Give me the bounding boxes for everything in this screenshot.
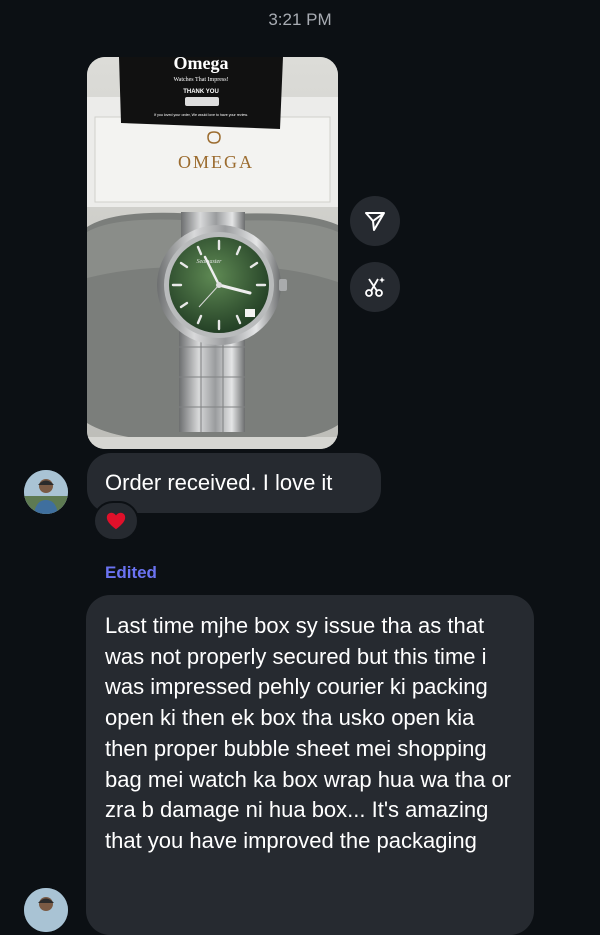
message-bubble[interactable]: Order received. I love it <box>87 453 381 513</box>
remix-button[interactable] <box>350 262 400 312</box>
svg-text:Watches That Impress!: Watches That Impress! <box>173 77 228 83</box>
svg-text:Omega: Omega <box>174 57 229 73</box>
message-timestamp: 3:21 PM <box>268 10 332 29</box>
message-bubble[interactable]: Last time mjhe box sy issue tha as that … <box>86 595 534 935</box>
edited-label: Edited <box>105 563 157 582</box>
svg-text:THANK YOU: THANK YOU <box>183 89 219 95</box>
thank-you-card: Omega Watches That Impress! THANK YOU If… <box>119 57 283 129</box>
svg-text:OMEGA: OMEGA <box>178 152 254 172</box>
svg-text:If you loved your order, We wo: If you loved your order, We would love t… <box>154 113 248 117</box>
avatar-photo <box>24 470 68 514</box>
shared-photo[interactable]: Omega Watches That Impress! THANK YOU If… <box>87 57 338 449</box>
scissors-sparkle-icon <box>365 277 385 297</box>
sender-avatar[interactable] <box>24 888 68 932</box>
sender-avatar[interactable] <box>24 470 68 514</box>
send-icon <box>365 212 385 231</box>
message-text: Last time mjhe box sy issue tha as that … <box>105 613 512 853</box>
heart-reaction[interactable] <box>93 501 139 541</box>
watch-photo-illustration: Omega Watches That Impress! THANK YOU If… <box>87 57 338 449</box>
heart-icon <box>106 512 126 530</box>
avatar-photo <box>24 888 68 932</box>
message-text: Order received. I love it <box>105 470 333 495</box>
share-button[interactable] <box>350 196 400 246</box>
